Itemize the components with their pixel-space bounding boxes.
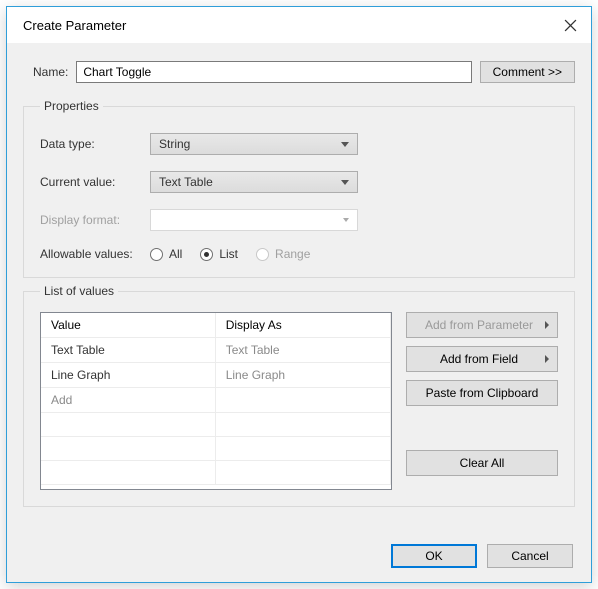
create-parameter-dialog: Create Parameter Name: Comment >> Proper…: [6, 6, 592, 583]
cell-display[interactable]: Line Graph: [215, 363, 390, 388]
list-buttons: Add from Parameter Add from Field Paste …: [406, 312, 558, 490]
chevron-right-icon: [545, 355, 549, 363]
properties-legend: Properties: [40, 99, 103, 113]
col-display: Display As: [215, 313, 390, 338]
data-type-label: Data type:: [40, 137, 150, 151]
cancel-button[interactable]: Cancel: [487, 544, 573, 568]
name-input[interactable]: [76, 61, 471, 83]
close-button[interactable]: [561, 16, 579, 34]
cell-value[interactable]: Text Table: [41, 338, 215, 363]
current-value-value: Text Table: [159, 175, 213, 189]
add-from-field-button[interactable]: Add from Field: [406, 346, 558, 372]
current-value-label: Current value:: [40, 175, 150, 189]
table-row: [41, 437, 391, 461]
radio-list-label: List: [219, 247, 238, 261]
button-label: Add from Parameter: [425, 318, 533, 332]
table-row: [41, 461, 391, 485]
allowable-values-radios: All List Range: [150, 247, 310, 261]
titlebar: Create Parameter: [7, 7, 591, 43]
current-value-select[interactable]: Text Table: [150, 171, 358, 193]
radio-icon: [150, 248, 163, 261]
close-icon: [564, 19, 577, 32]
cell-value[interactable]: Line Graph: [41, 363, 215, 388]
table-row: [41, 413, 391, 437]
add-from-parameter-button: Add from Parameter: [406, 312, 558, 338]
cell-display[interactable]: Text Table: [215, 338, 390, 363]
add-placeholder[interactable]: Add: [41, 388, 215, 413]
radio-all[interactable]: All: [150, 247, 182, 261]
data-type-value: String: [159, 137, 190, 151]
chevron-down-icon: [341, 180, 349, 185]
comment-button[interactable]: Comment >>: [480, 61, 575, 83]
table-row[interactable]: Line Graph Line Graph: [41, 363, 391, 388]
radio-icon: [200, 248, 213, 261]
properties-group: Properties Data type: String Current val…: [23, 99, 575, 278]
cell-display: [215, 388, 390, 413]
list-of-values-group: List of values Value Display As Text Tab…: [23, 284, 575, 507]
dialog-title: Create Parameter: [23, 18, 126, 33]
radio-list[interactable]: List: [200, 247, 238, 261]
chevron-down-icon: [341, 142, 349, 147]
allowable-values-label: Allowable values:: [40, 247, 150, 261]
radio-range: Range: [256, 247, 310, 261]
clear-all-button[interactable]: Clear All: [406, 450, 558, 476]
col-value: Value: [41, 313, 215, 338]
chevron-down-icon: [343, 218, 349, 222]
table-add-row[interactable]: Add: [41, 388, 391, 413]
table-row[interactable]: Text Table Text Table: [41, 338, 391, 363]
dialog-footer: OK Cancel: [391, 544, 573, 568]
paste-from-clipboard-button[interactable]: Paste from Clipboard: [406, 380, 558, 406]
values-table[interactable]: Value Display As Text Table Text Table L…: [40, 312, 392, 490]
radio-all-label: All: [169, 247, 182, 261]
table-header-row: Value Display As: [41, 313, 391, 338]
display-format-select: [150, 209, 358, 231]
name-label: Name:: [33, 65, 68, 79]
button-label: Add from Field: [440, 352, 518, 366]
radio-range-label: Range: [275, 247, 310, 261]
list-of-values-legend: List of values: [40, 284, 118, 298]
data-type-select[interactable]: String: [150, 133, 358, 155]
radio-icon: [256, 248, 269, 261]
name-row: Name: Comment >>: [7, 43, 591, 93]
ok-button[interactable]: OK: [391, 544, 477, 568]
display-format-label: Display format:: [40, 213, 150, 227]
chevron-right-icon: [545, 321, 549, 329]
